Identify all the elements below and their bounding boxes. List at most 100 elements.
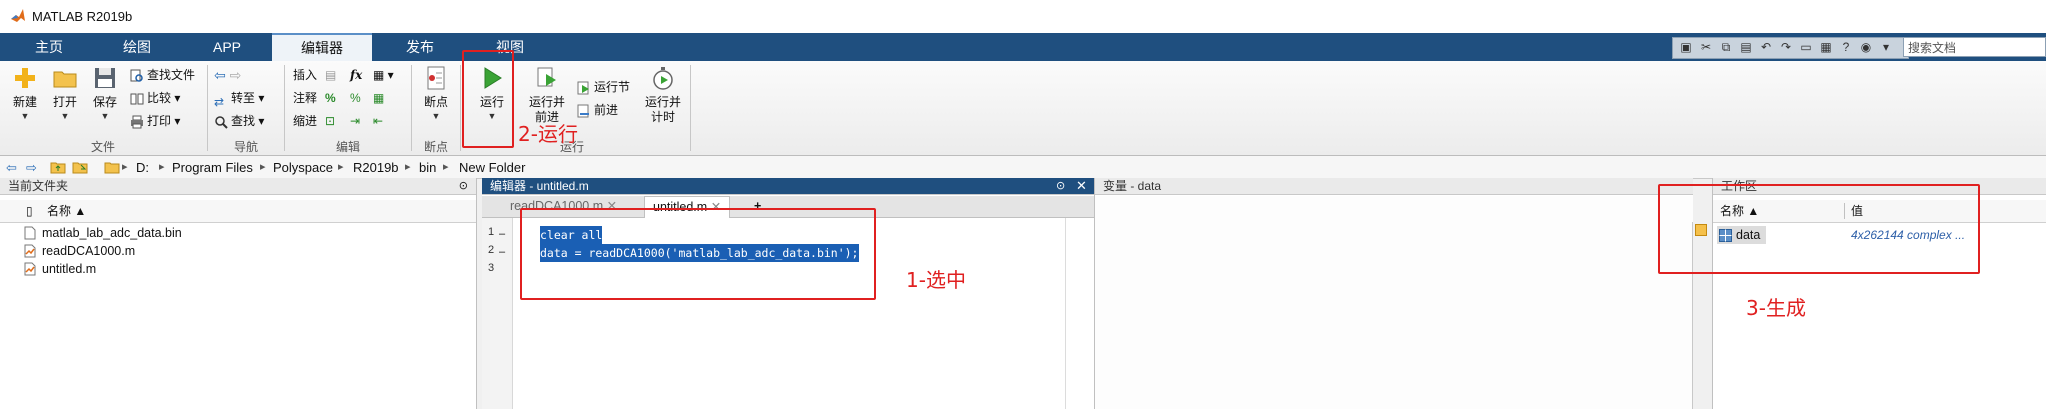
panel-menu-icon[interactable]: ⊙ — [459, 179, 468, 192]
cut-icon[interactable]: ✂ — [1699, 40, 1713, 54]
breakpoints-button[interactable]: 断点 ▼ — [418, 65, 454, 121]
find-files-icon — [130, 69, 144, 83]
column-header[interactable]: ▯ 名称 ▲ — [0, 200, 476, 223]
folder-open-icon — [53, 71, 77, 88]
run-section-icon — [577, 81, 591, 95]
annotation-select: 1-选中 — [906, 268, 966, 292]
breadcrumb-separator: ▸ — [159, 161, 165, 173]
breadcrumb-item[interactable]: D: — [136, 160, 149, 175]
smart-indent-icon[interactable]: ⊡ — [325, 111, 335, 131]
breadcrumb-separator: ▸ — [338, 161, 344, 173]
title-bar: MATLAB R2019b — [0, 0, 2046, 34]
search-docs-input[interactable]: 搜索文档 — [1903, 37, 2046, 57]
insert-button[interactable]: 插入 — [293, 65, 317, 85]
indent-increase-icon[interactable]: ⇥ — [350, 111, 360, 131]
dropdown-icon[interactable]: ▾ — [1879, 40, 1893, 54]
run-section-button[interactable]: 运行节 — [577, 77, 630, 97]
current-folder-panel: 当前文件夹 ⊙ ▯ 名称 ▲ matlab_lab_adc_data.bin r… — [0, 178, 477, 409]
arrow-left-icon[interactable]: ⇦ — [214, 67, 226, 83]
layout-icon[interactable]: ▦ — [1819, 40, 1833, 54]
divider — [284, 65, 285, 151]
run-and-advance-button[interactable]: 运行并 前进 — [524, 65, 570, 125]
breakpoint-marker[interactable]: – — [499, 246, 505, 258]
editor-title: 编辑器 - untitled.m — [482, 178, 1094, 195]
redo-icon[interactable]: ↷ — [1779, 40, 1793, 54]
find-files-button[interactable]: 查找文件 — [130, 65, 195, 85]
breadcrumb-item[interactable]: New Folder — [459, 160, 525, 175]
divider — [411, 65, 412, 151]
copy-icon[interactable]: ⧉ — [1719, 40, 1733, 54]
new-plus-icon — [15, 68, 35, 88]
annotation-run: 2-运行 — [518, 122, 578, 146]
print-button[interactable]: 打印 ▾ — [130, 111, 180, 131]
m-file-icon — [24, 262, 36, 276]
file-icon — [24, 226, 36, 240]
ribbon-toolstrip: 新建 ▼ 打开 ▼ 保存 ▼ 查找文件 比较 ▾ 打印 ▾ 文件 ⇦ ⇨ ⇄ 转至… — [0, 61, 2046, 156]
uncomment-icon[interactable]: % — [350, 88, 361, 108]
address-bar[interactable]: ⇦ ⇨ ▸ D: ▸ Program Files ▸ Polyspace ▸ R… — [0, 156, 2046, 179]
tab-home[interactable]: 主页 — [14, 33, 84, 61]
m-file-icon — [24, 244, 36, 258]
window-title: MATLAB R2019b — [32, 9, 133, 24]
new-button[interactable]: 新建 ▼ — [8, 65, 42, 121]
breadcrumb-item[interactable]: Polyspace — [273, 160, 333, 175]
undo-icon[interactable]: ↶ — [1759, 40, 1773, 54]
group-label-breakpoints: 断点 — [423, 140, 448, 154]
breadcrumb-separator: ▸ — [260, 161, 266, 173]
chevron-down-icon: ▼ — [20, 111, 30, 121]
insert-section-icon[interactable]: ▤ — [325, 65, 336, 85]
goto-icon: ⇄ — [214, 94, 225, 109]
find-button[interactable]: 查找 ▾ — [214, 111, 264, 131]
chevron-down-icon: ▼ — [431, 111, 441, 121]
quick-access-toolbar: ▣ ✂ ⧉ ▤ ↶ ↷ ▭ ▦ ? ◉ ▾ — [1672, 37, 1909, 59]
tab-plots[interactable]: 绘图 — [102, 33, 172, 61]
indent-decrease-icon[interactable]: ⇤ — [373, 111, 383, 131]
compare-button[interactable]: 比较 ▾ — [130, 88, 180, 108]
tab-editor[interactable]: 编辑器 — [272, 33, 372, 61]
right-margin-line — [1065, 218, 1066, 409]
insert-template-icon[interactable]: ▦ ▾ — [373, 65, 394, 85]
arrow-right-icon[interactable]: ⇨ — [230, 67, 242, 83]
tab-apps[interactable]: APP — [192, 33, 262, 61]
wrap-comments-icon[interactable]: ▦ — [373, 88, 384, 108]
annotation-generate: 3-生成 — [1746, 296, 1806, 320]
list-item[interactable]: matlab_lab_adc_data.bin — [24, 224, 182, 242]
list-item[interactable]: readDCA1000.m — [24, 242, 135, 260]
tab-publish[interactable]: 发布 — [385, 33, 455, 61]
save-icon[interactable]: ▣ — [1679, 40, 1693, 54]
run-advance-icon — [537, 67, 556, 87]
open-button[interactable]: 打开 ▼ — [48, 65, 82, 121]
comment-button[interactable]: 注释 — [293, 88, 317, 108]
advance-icon — [577, 104, 591, 118]
insert-function-button[interactable]: fx — [350, 65, 362, 85]
goto-button[interactable]: ⇄ 转至 ▾ — [214, 88, 264, 109]
advance-button[interactable]: 前进 — [577, 100, 618, 120]
breakpoint-marker[interactable]: – — [499, 228, 505, 240]
list-item[interactable]: untitled.m — [24, 260, 96, 278]
indent-button[interactable]: 缩进 — [293, 111, 317, 131]
compare-icon — [130, 92, 144, 106]
editor-menu-icon[interactable]: ⊙ — [1056, 179, 1065, 192]
breakpoint-icon — [427, 66, 445, 90]
back-arrow-icon[interactable]: ⇦ — [6, 160, 17, 176]
folder-icon — [104, 160, 120, 174]
browse-folder-icon[interactable] — [72, 160, 88, 174]
forward-arrow-icon[interactable]: ⇨ — [26, 160, 37, 176]
community-icon[interactable]: ◉ — [1859, 40, 1873, 54]
run-and-time-button[interactable]: 运行并 计时 — [640, 65, 686, 125]
up-folder-icon[interactable] — [50, 160, 66, 174]
breadcrumb-item[interactable]: R2019b — [353, 160, 399, 175]
line-number: 3 — [488, 262, 495, 274]
save-button[interactable]: 保存 ▼ — [88, 65, 122, 121]
annotation-box-workspace — [1658, 184, 1980, 274]
divider — [690, 65, 691, 151]
breadcrumb-item[interactable]: bin — [419, 160, 436, 175]
paste-icon[interactable]: ▤ — [1739, 40, 1753, 54]
switch-windows-icon[interactable]: ▭ — [1799, 40, 1813, 54]
close-icon[interactable]: ✕ — [1076, 178, 1087, 194]
comment-percent-button[interactable]: % — [325, 88, 336, 108]
column-header-name[interactable]: 名称 ▲ — [47, 200, 86, 222]
help-icon[interactable]: ? — [1839, 40, 1853, 54]
back-forward-buttons[interactable]: ⇦ ⇨ — [214, 65, 241, 85]
breadcrumb-item[interactable]: Program Files — [172, 160, 253, 175]
